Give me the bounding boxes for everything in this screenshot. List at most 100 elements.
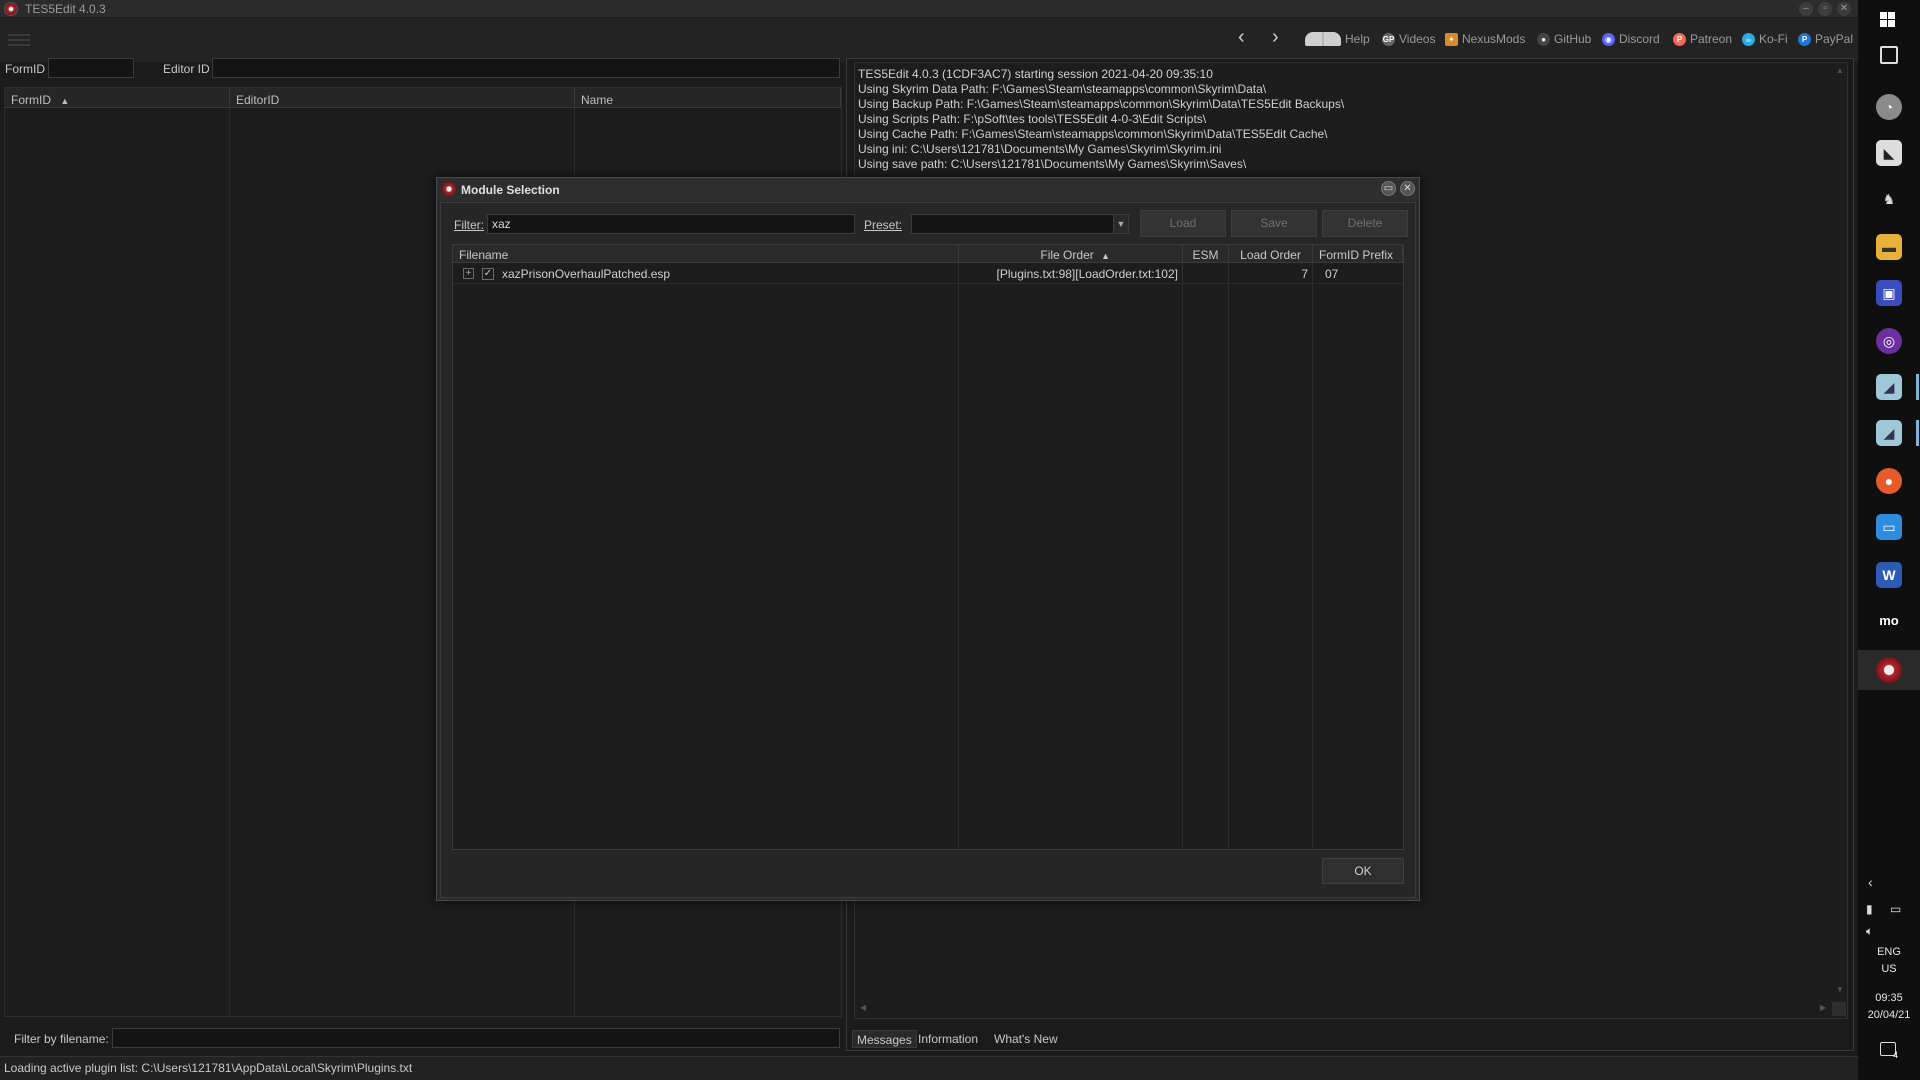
filter-label: Filter: [454, 218, 484, 232]
paypal-label: PayPal [1815, 32, 1854, 46]
row-filename: xazPrisonOverhaulPatched.esp [502, 267, 671, 281]
ok-button[interactable]: OK [1322, 858, 1404, 884]
grid-column [453, 263, 959, 849]
notes-app-2-icon[interactable]: ◢ [1876, 420, 1902, 446]
mod-organizer-icon[interactable]: mo [1876, 608, 1902, 634]
delete-button[interactable]: Delete [1322, 210, 1408, 237]
column-header-editorid-label: EditorID [236, 93, 280, 107]
word-icon[interactable]: W [1876, 562, 1902, 588]
dialog-title-bar[interactable] [437, 178, 1419, 200]
close-icon[interactable]: ✕ [1837, 2, 1851, 16]
clock-date[interactable]: 20/04/21 [1858, 1009, 1920, 1021]
column-header-file-order-label: File Order [1040, 248, 1094, 262]
preset-select[interactable] [911, 214, 1129, 234]
log-line: Using save path: C:\Users\121781\Documen… [858, 157, 1247, 171]
file-explorer-icon[interactable]: ▬ [1876, 234, 1902, 260]
filter-by-filename-input[interactable] [112, 1028, 840, 1048]
scroll-right-icon[interactable]: ▶ [1820, 1003, 1826, 1012]
book-icon [1305, 32, 1341, 46]
back-arrow-icon[interactable]: ‹ [1238, 26, 1245, 49]
kofi-link[interactable]: ☕ Ko-Fi [1742, 32, 1788, 46]
log-line: Using ini: C:\Users\121781\Documents\My … [858, 142, 1222, 156]
windows-start-icon[interactable] [1880, 12, 1896, 28]
column-header-file-order[interactable]: File Order ▲ [959, 245, 1183, 263]
patreon-icon: P [1673, 32, 1686, 46]
firefox-icon[interactable]: ● [1876, 468, 1902, 494]
log-line: Using Scripts Path: F:\pSoft\tes tools\T… [858, 112, 1207, 126]
grid-column [5, 108, 230, 1018]
grid-column [959, 263, 1183, 849]
chevron-left-icon[interactable]: ‹ [1868, 874, 1873, 890]
column-header-editorid[interactable]: EditorID [230, 88, 575, 108]
column-header-filename[interactable]: Filename [453, 245, 959, 263]
paypal-icon: P [1798, 32, 1811, 46]
column-header-formid[interactable]: FormID ▲ [5, 88, 230, 108]
skyrim-app-icon[interactable]: ◣ [1876, 140, 1902, 166]
minimize-icon[interactable]: – [1799, 2, 1813, 16]
mask-app-icon[interactable]: ♞ [1876, 186, 1902, 212]
module-checkbox[interactable]: ✓ [482, 268, 494, 280]
grid-column [1229, 263, 1313, 849]
maximize-icon[interactable]: ▫ [1818, 2, 1832, 16]
save-disk-app-icon[interactable]: ▣ [1876, 280, 1902, 306]
running-indicator [1916, 374, 1919, 400]
log-line: Using Skyrim Data Path: F:\Games\Steam\s… [858, 82, 1267, 96]
log-line: Using Backup Path: F:\Games\Steam\steama… [858, 97, 1345, 111]
volume-icon[interactable]: 🔈︎ [1866, 924, 1873, 939]
filter-by-filename-label: Filter by filename: [14, 1032, 109, 1046]
log-line: Using Cache Path: F:\Games\Steam\steamap… [858, 127, 1328, 141]
filter-input[interactable] [487, 214, 855, 234]
tes5edit-app-icon[interactable] [1876, 657, 1902, 683]
discord-link[interactable]: ◉ Discord [1602, 32, 1660, 46]
paypal-link[interactable]: P PayPal [1798, 32, 1853, 46]
menu-icon[interactable] [8, 34, 30, 46]
column-header-load-order[interactable]: Load Order [1229, 245, 1313, 263]
forward-arrow-icon[interactable]: › [1272, 26, 1279, 49]
tor-browser-icon[interactable]: ◎ [1876, 328, 1902, 354]
dialog-title: Module Selection [461, 183, 560, 197]
remote-desktop-icon[interactable]: ▭ [1876, 514, 1902, 540]
language-indicator[interactable]: ENG [1858, 946, 1920, 958]
column-header-formid-prefix[interactable]: FormID Prefix [1313, 245, 1403, 263]
row-load-order: 7 [1301, 267, 1308, 281]
editorid-input[interactable] [212, 58, 840, 78]
region-indicator[interactable]: US [1858, 963, 1920, 975]
patreon-link[interactable]: P Patreon [1673, 32, 1732, 46]
help-link[interactable]: Help [1305, 32, 1370, 46]
formid-input[interactable] [48, 58, 134, 78]
column-header-esm[interactable]: ESM [1183, 245, 1229, 263]
battery-icon[interactable]: ▮ [1866, 902, 1873, 916]
nexusmods-link[interactable]: ✦ NexusMods [1445, 32, 1525, 46]
log-line: TES5Edit 4.0.3 (1CDF3AC7) starting sessi… [858, 67, 1213, 81]
kofi-label: Ko-Fi [1759, 32, 1788, 46]
tab-information[interactable]: Information [914, 1030, 982, 1048]
expand-icon[interactable]: + [463, 268, 474, 279]
title-bar [0, 0, 1858, 18]
notes-app-icon[interactable]: ◢ [1876, 374, 1902, 400]
patreon-label: Patreon [1690, 32, 1733, 46]
network-icon[interactable]: ▭ [1890, 902, 1901, 916]
preset-label: Preset: [864, 218, 903, 232]
kofi-icon: ☕ [1742, 32, 1755, 46]
github-link[interactable]: ● GitHub [1537, 32, 1591, 46]
videos-link[interactable]: GP Videos [1382, 32, 1435, 46]
scroll-left-icon[interactable]: ◀ [860, 1003, 866, 1012]
save-button[interactable]: Save [1231, 210, 1317, 237]
nexusmods-icon: ✦ [1445, 32, 1458, 46]
chevron-down-icon[interactable]: ▼ [1113, 215, 1128, 233]
task-view-icon[interactable] [1880, 46, 1898, 64]
clock-time[interactable]: 09:35 [1858, 992, 1920, 1004]
tab-whats-new[interactable]: What's New [990, 1030, 1062, 1048]
skyrim-se-app-icon[interactable]: ◔ [1876, 94, 1902, 120]
formid-label: FormID [5, 62, 45, 76]
dialog-close-icon[interactable]: ✕ [1400, 181, 1415, 196]
vertical-scrollbar[interactable]: ▲ ▼ [1832, 64, 1846, 1016]
github-icon: ● [1537, 32, 1550, 46]
dialog-maximize-icon[interactable]: ▭ [1381, 181, 1396, 196]
load-button[interactable]: Load [1140, 210, 1226, 237]
dialog-app-icon [442, 182, 456, 196]
sort-ascending-icon: ▲ [1101, 251, 1110, 261]
tab-messages[interactable]: Messages [852, 1030, 917, 1048]
column-header-name[interactable]: Name [575, 88, 841, 108]
row-formid-prefix: 07 [1325, 267, 1339, 281]
